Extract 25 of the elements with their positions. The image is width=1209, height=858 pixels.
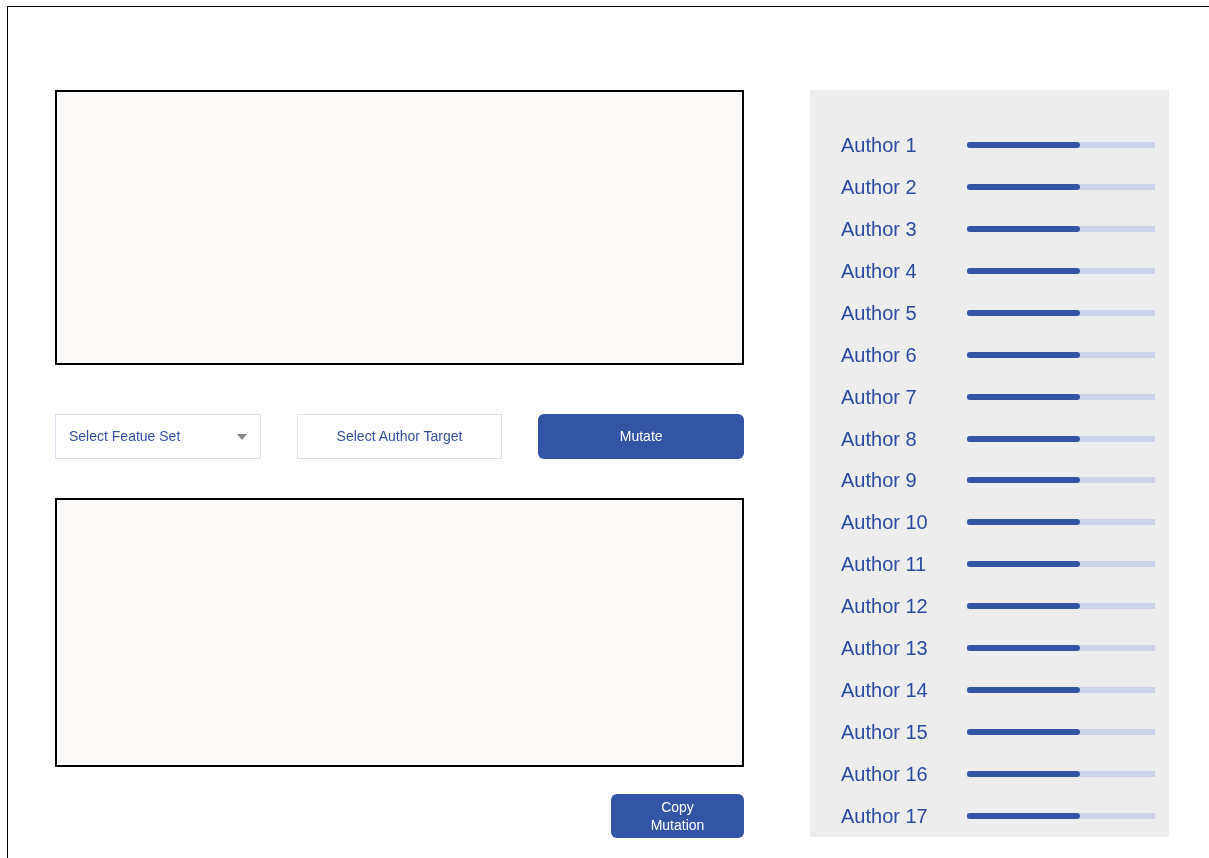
- author-name: Author 14: [841, 678, 929, 704]
- author-name: Author 6: [841, 342, 918, 368]
- mutate-button[interactable]: Mutate: [538, 414, 744, 459]
- copy-mutation-button[interactable]: Copy Mutation: [611, 794, 744, 838]
- author-name: Author 11: [841, 552, 928, 578]
- author-name: Author 13: [841, 636, 929, 662]
- author-name: Author 8: [841, 426, 918, 452]
- author-name: Author 4: [841, 258, 918, 284]
- author-name: Author 3: [841, 216, 918, 242]
- author-name: Author 2: [841, 174, 918, 200]
- author-name: Author 9: [841, 468, 918, 494]
- author-name: Author 16: [841, 762, 929, 788]
- input-text-area[interactable]: [55, 90, 744, 365]
- author-name: Author 7: [841, 384, 918, 410]
- author-name: Author 15: [841, 720, 929, 746]
- author-name: Author 12: [841, 594, 929, 620]
- author-name: Author 5: [841, 300, 918, 326]
- feature-set-dropdown[interactable]: Select Featue Set: [55, 414, 261, 459]
- caret-icon: [236, 433, 247, 440]
- author-name: Author 17: [841, 803, 929, 829]
- author-name: Author 10: [841, 510, 929, 536]
- output-text-area[interactable]: [55, 498, 744, 767]
- author-name: Author 1: [841, 132, 918, 158]
- author-target-button[interactable]: Select Author Target: [296, 414, 503, 459]
- dropdown-placeholder: Select Featue Set: [69, 427, 181, 446]
